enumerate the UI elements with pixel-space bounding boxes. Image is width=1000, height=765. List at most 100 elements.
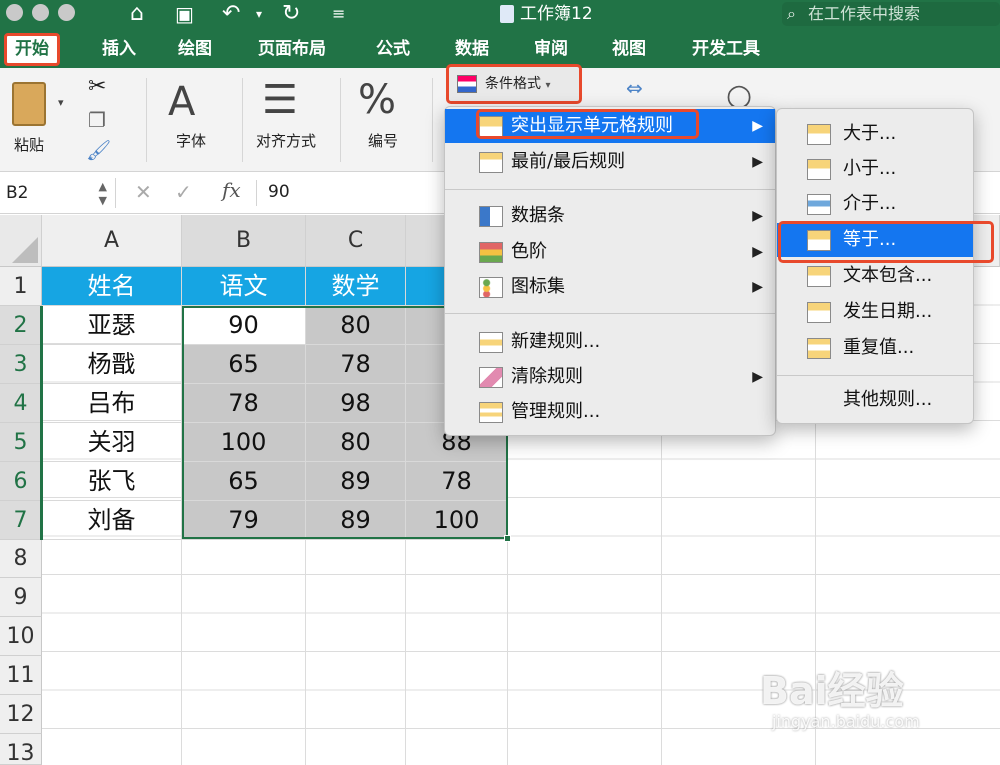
menu-item-color-scales[interactable]: 色阶 ▶ bbox=[445, 235, 775, 269]
undo-icon[interactable]: ↶ bbox=[222, 2, 240, 26]
row-header-8[interactable]: 8 bbox=[0, 540, 42, 578]
column-header-c[interactable]: C bbox=[306, 215, 406, 267]
menu-item-highlight-cells[interactable]: 突出显示单元格规则 ▶ bbox=[445, 109, 775, 143]
row-header-12[interactable]: 12 bbox=[0, 695, 42, 734]
select-all-corner[interactable] bbox=[0, 215, 42, 267]
insert-cells-icon[interactable]: ⇔ bbox=[626, 76, 643, 100]
submenu-item-greater-than[interactable]: 大于... bbox=[777, 117, 973, 151]
cell-a6[interactable]: 张飞 bbox=[42, 462, 182, 501]
customize-toolbar-icon[interactable]: ≡ bbox=[332, 2, 345, 26]
menu-item-label: 突出显示单元格规则 bbox=[511, 115, 673, 136]
menu-item-manage-rules[interactable]: 管理规则... bbox=[445, 395, 775, 429]
save-icon[interactable]: ▣ bbox=[175, 2, 194, 26]
cell-c4[interactable]: 98 bbox=[306, 384, 406, 423]
cell-b6[interactable]: 65 bbox=[182, 462, 306, 501]
cell-b1[interactable]: 语文 bbox=[182, 267, 306, 306]
cut-icon[interactable]: ✂ bbox=[88, 74, 106, 99]
cell-a1[interactable]: 姓名 bbox=[42, 267, 182, 306]
tab-view[interactable]: 视图 bbox=[612, 30, 646, 68]
number-format-icon[interactable]: % bbox=[358, 78, 396, 122]
cell-b7[interactable]: 79 bbox=[182, 501, 306, 540]
formula-divider bbox=[256, 180, 257, 206]
cell-d6[interactable]: 78 bbox=[406, 462, 508, 501]
tab-draw[interactable]: 绘图 bbox=[178, 30, 212, 68]
cell-a4[interactable]: 吕布 bbox=[42, 384, 182, 423]
name-box[interactable]: B2 ▲ ▼ bbox=[0, 178, 116, 208]
align-icon[interactable]: ☰ bbox=[262, 78, 298, 122]
redo-icon[interactable]: ↻ bbox=[282, 2, 300, 26]
cell-c6[interactable]: 89 bbox=[306, 462, 406, 501]
less-than-icon bbox=[807, 159, 831, 180]
equal-to-icon bbox=[807, 230, 831, 251]
tab-developer[interactable]: 开发工具 bbox=[692, 30, 760, 68]
row-header-7[interactable]: 7 bbox=[0, 501, 42, 540]
menu-item-icon-sets[interactable]: 图标集 ▶ bbox=[445, 270, 775, 304]
tab-formulas[interactable]: 公式 bbox=[376, 30, 410, 68]
stepper-icon[interactable]: ▲ ▼ bbox=[99, 178, 107, 208]
copy-icon[interactable]: ❐ bbox=[88, 108, 106, 132]
maximize-window-button[interactable] bbox=[58, 4, 75, 21]
submenu-item-between[interactable]: 介于... bbox=[777, 187, 973, 221]
row-header-11[interactable]: 11 bbox=[0, 656, 42, 695]
row-header-6[interactable]: 6 bbox=[0, 462, 42, 501]
submenu-item-more-rules[interactable]: 其他规则... bbox=[777, 383, 973, 417]
cell-a2[interactable]: 亚瑟 bbox=[42, 306, 182, 345]
column-header-a[interactable]: A bbox=[42, 215, 182, 267]
cell-c7[interactable]: 89 bbox=[306, 501, 406, 540]
row-header-5[interactable]: 5 bbox=[0, 423, 42, 462]
tab-insert[interactable]: 插入 bbox=[102, 30, 136, 68]
cell-c1[interactable]: 数学 bbox=[306, 267, 406, 306]
row-header-2[interactable]: 2 bbox=[0, 306, 42, 345]
cell-a7[interactable]: 刘备 bbox=[42, 501, 182, 540]
fx-icon[interactable]: fx bbox=[222, 178, 241, 202]
formula-input[interactable]: 90 bbox=[268, 180, 290, 204]
row-header-1[interactable]: 1 bbox=[0, 267, 42, 306]
title-bar: ⌂ ▣ ↶ ▾ ↻ ≡ 工作簿12 ⌕ 在工作表中搜索 bbox=[0, 0, 1000, 30]
row-header-4[interactable]: 4 bbox=[0, 384, 42, 423]
submenu-item-less-than[interactable]: 小于... bbox=[777, 152, 973, 186]
tab-review[interactable]: 审阅 bbox=[534, 30, 568, 68]
row-header-13[interactable]: 13 bbox=[0, 734, 42, 765]
submenu-item-text-contains[interactable]: 文本包含... bbox=[777, 259, 973, 293]
watermark-url: jingyan.baidu.com bbox=[772, 712, 920, 731]
cell-c2[interactable]: 80 bbox=[306, 306, 406, 345]
font-icon[interactable]: A bbox=[168, 80, 195, 124]
conditional-format-button[interactable]: 条件格式 ▾ bbox=[446, 64, 582, 104]
cell-b3[interactable]: 65 bbox=[182, 345, 306, 384]
submenu-item-label: 介于... bbox=[843, 193, 897, 214]
cell-b5[interactable]: 100 bbox=[182, 423, 306, 462]
menu-item-top-bottom[interactable]: 最前/最后规则 ▶ bbox=[445, 145, 775, 179]
menu-item-data-bars[interactable]: 数据条 ▶ bbox=[445, 199, 775, 233]
close-window-button[interactable] bbox=[6, 4, 23, 21]
row-header-10[interactable]: 10 bbox=[0, 617, 42, 656]
submenu-arrow-icon: ▶ bbox=[752, 118, 763, 134]
cell-b4[interactable]: 78 bbox=[182, 384, 306, 423]
submenu-item-duplicate-values[interactable]: 重复值... bbox=[777, 331, 973, 365]
cancel-icon[interactable]: ✕ bbox=[135, 180, 152, 204]
row-header-3[interactable]: 3 bbox=[0, 345, 42, 384]
sheet-search-input[interactable]: ⌕ 在工作表中搜索 bbox=[782, 2, 1000, 26]
fill-handle[interactable] bbox=[504, 535, 511, 542]
column-header-b[interactable]: B bbox=[182, 215, 306, 267]
enter-icon[interactable]: ✓ bbox=[175, 180, 192, 204]
tab-home[interactable]: 开始 bbox=[4, 33, 60, 66]
minimize-window-button[interactable] bbox=[32, 4, 49, 21]
cell-c5[interactable]: 80 bbox=[306, 423, 406, 462]
menu-item-new-rule[interactable]: 新建规则... bbox=[445, 325, 775, 359]
cell-d7[interactable]: 100 bbox=[406, 501, 508, 540]
menu-item-clear-rules[interactable]: 清除规则 ▶ bbox=[445, 360, 775, 394]
submenu-item-date-occurring[interactable]: 发生日期... bbox=[777, 295, 973, 329]
tab-page-layout[interactable]: 页面布局 bbox=[258, 30, 326, 68]
cell-c3[interactable]: 78 bbox=[306, 345, 406, 384]
cell-b2[interactable]: 90 bbox=[182, 306, 306, 345]
menu-item-label: 图标集 bbox=[511, 276, 565, 297]
cell-a3[interactable]: 杨戬 bbox=[42, 345, 182, 384]
cell-a5[interactable]: 关羽 bbox=[42, 423, 182, 462]
tab-data[interactable]: 数据 bbox=[455, 30, 489, 68]
home-icon[interactable]: ⌂ bbox=[130, 2, 144, 26]
submenu-item-equal-to[interactable]: 等于... bbox=[777, 223, 973, 257]
undo-dropdown-icon[interactable]: ▾ bbox=[256, 2, 262, 26]
format-painter-icon[interactable]: 🖌 bbox=[86, 138, 111, 162]
row-header-9[interactable]: 9 bbox=[0, 578, 42, 617]
paste-button[interactable]: ▾ 粘贴 bbox=[6, 76, 66, 156]
